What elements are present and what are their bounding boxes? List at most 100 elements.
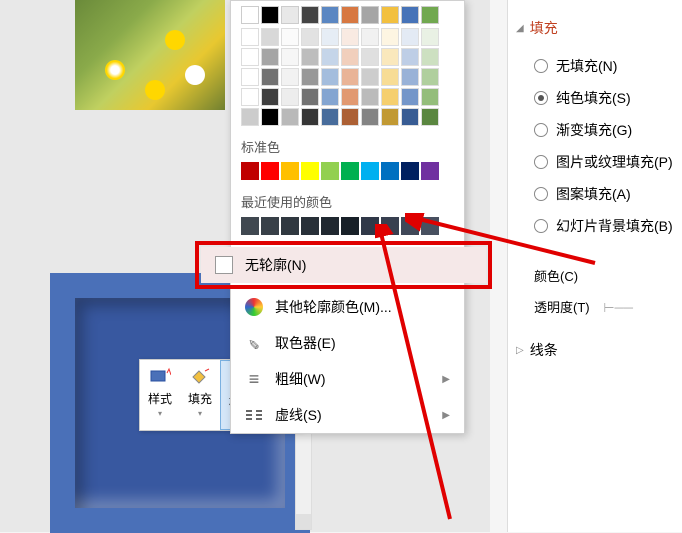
color-swatch[interactable] [321,217,339,235]
color-swatch[interactable] [421,68,439,86]
color-swatch[interactable] [421,6,439,24]
color-swatch[interactable] [261,217,279,235]
color-swatch[interactable] [261,162,279,180]
gradient-fill-radio[interactable]: 渐变填充(G) [534,114,674,146]
color-swatch[interactable] [361,68,379,86]
color-swatch[interactable] [361,48,379,66]
color-swatch[interactable] [341,108,359,126]
color-swatch[interactable] [401,162,419,180]
color-swatch[interactable] [341,48,359,66]
fill-color-label[interactable]: 颜色(C) [534,260,674,291]
color-swatch[interactable] [321,108,339,126]
sample-image[interactable] [75,0,225,110]
color-swatch[interactable] [281,6,299,24]
color-swatch[interactable] [241,68,259,86]
color-swatch[interactable] [241,108,259,126]
color-swatch[interactable] [301,162,319,180]
color-swatch[interactable] [321,162,339,180]
color-swatch[interactable] [261,48,279,66]
color-swatch[interactable] [261,88,279,106]
color-swatch[interactable] [341,217,359,235]
color-swatch[interactable] [401,28,419,46]
color-swatch[interactable] [301,28,319,46]
color-swatch[interactable] [321,28,339,46]
weight-item[interactable]: 粗细(W) ▶ [231,361,464,397]
color-swatch[interactable] [381,88,399,106]
color-swatch[interactable] [381,6,399,24]
more-colors-item[interactable]: 其他轮廓颜色(M)... [231,289,464,325]
color-swatch[interactable] [421,108,439,126]
color-swatch[interactable] [281,28,299,46]
color-swatch[interactable] [341,6,359,24]
color-swatch[interactable] [301,48,319,66]
no-fill-radio[interactable]: 无填充(N) [534,50,674,82]
color-swatch[interactable] [321,68,339,86]
color-swatch[interactable] [241,162,259,180]
color-swatch[interactable] [281,68,299,86]
picture-fill-radio[interactable]: 图片或纹理填充(P) [534,146,674,178]
color-swatch[interactable] [401,48,419,66]
color-swatch[interactable] [401,6,419,24]
color-swatch[interactable] [421,28,439,46]
color-swatch[interactable] [341,88,359,106]
color-swatch[interactable] [321,48,339,66]
color-swatch[interactable] [261,108,279,126]
color-swatch[interactable] [381,162,399,180]
fill-button[interactable]: 填充▾ [180,360,220,430]
color-swatch[interactable] [301,108,319,126]
color-swatch[interactable] [241,6,259,24]
color-swatch[interactable] [301,217,319,235]
eyedropper-item[interactable]: 取色器(E) [231,325,464,361]
color-swatch[interactable] [341,28,359,46]
color-swatch[interactable] [301,88,319,106]
color-swatch[interactable] [361,217,379,235]
color-swatch[interactable] [281,88,299,106]
color-swatch[interactable] [261,6,279,24]
color-swatch[interactable] [401,88,419,106]
color-swatch[interactable] [421,217,439,235]
color-swatch[interactable] [241,88,259,106]
color-swatch[interactable] [241,28,259,46]
color-swatch[interactable] [361,162,379,180]
fill-section-header[interactable]: ◢ 填充 [516,18,674,38]
color-swatch[interactable] [421,48,439,66]
dash-icon [245,406,263,424]
color-swatch[interactable] [321,6,339,24]
color-swatch[interactable] [281,48,299,66]
color-swatch[interactable] [381,28,399,46]
slide-bg-fill-radio[interactable]: 幻灯片背景填充(B) [534,210,674,242]
color-swatch[interactable] [381,108,399,126]
color-swatch[interactable] [321,88,339,106]
solid-fill-radio[interactable]: 纯色填充(S) [534,82,674,114]
color-swatch[interactable] [281,162,299,180]
transparency-row[interactable]: 透明度(T) ⊢── [534,291,674,322]
color-swatch[interactable] [341,68,359,86]
color-swatch[interactable] [381,68,399,86]
dashes-item[interactable]: 虚线(S) ▶ [231,397,464,433]
color-swatch[interactable] [341,162,359,180]
color-swatch[interactable] [241,217,259,235]
color-swatch[interactable] [401,108,419,126]
color-swatch[interactable] [361,28,379,46]
color-swatch[interactable] [281,108,299,126]
color-swatch[interactable] [361,88,379,106]
color-swatch[interactable] [301,68,319,86]
lines-section-header[interactable]: ▷ 线条 [516,340,674,360]
pattern-fill-radio[interactable]: 图案填充(A) [534,178,674,210]
color-swatch[interactable] [401,217,419,235]
color-swatch[interactable] [421,162,439,180]
eyedropper-icon [245,334,263,352]
color-swatch[interactable] [361,108,379,126]
color-swatch[interactable] [241,48,259,66]
color-swatch[interactable] [261,28,279,46]
color-swatch[interactable] [301,6,319,24]
color-swatch[interactable] [421,88,439,106]
style-button[interactable]: 样式▾ [140,360,180,430]
color-swatch[interactable] [401,68,419,86]
color-swatch[interactable] [381,48,399,66]
color-swatch[interactable] [381,217,399,235]
color-swatch[interactable] [281,217,299,235]
color-swatch[interactable] [261,68,279,86]
color-swatch[interactable] [361,6,379,24]
no-outline-item[interactable]: 无轮廓(N) [201,247,486,283]
